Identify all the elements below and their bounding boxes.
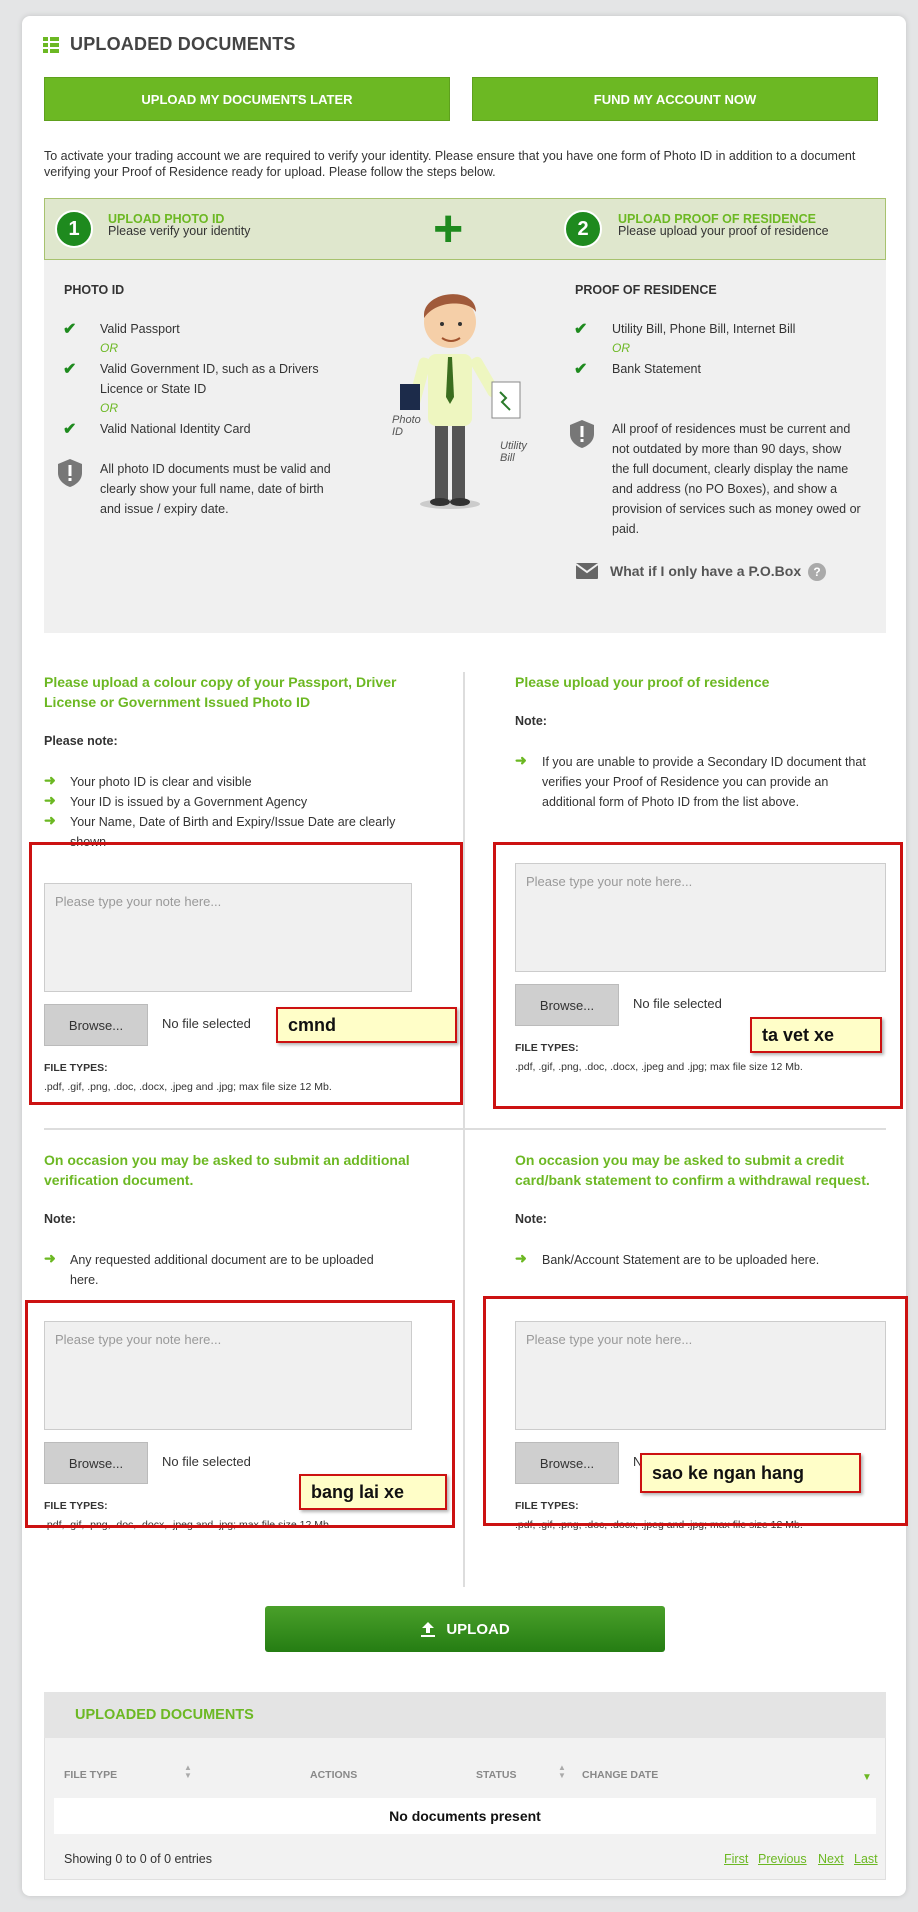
upload-section-title: card/bank statement to confirm a withdra… <box>515 1172 870 1188</box>
photo-id-item: Licence or State ID <box>100 382 207 396</box>
note-bullet: Your photo ID is clear and visible <box>70 775 252 789</box>
photo-id-heading: PHOTO ID <box>64 283 125 297</box>
residence-notice: provision of services such as money owed… <box>612 502 861 516</box>
residence-notice: and address (no PO Boxes), and show a <box>612 482 838 496</box>
pagination-first[interactable]: First <box>724 1852 748 1866</box>
arrow-right-icon: ➜ <box>515 752 527 768</box>
upload-section-title: Please upload your proof of residence <box>515 674 770 690</box>
upload-section-title: On occasion you may be asked to submit a… <box>515 1152 845 1168</box>
note-bullet: If you are unable to provide a Secondary… <box>542 755 866 769</box>
upload-section-title: verification document. <box>44 1172 194 1188</box>
residence-item: Bank Statement <box>612 362 701 376</box>
residence-notice: not outdated by more than 90 days, show <box>612 442 842 456</box>
note-heading: Note: <box>515 714 547 728</box>
annotation-label: sao ke ngan hang <box>640 1453 861 1493</box>
annotation-label: bang lai xe <box>299 1474 447 1510</box>
fund-account-button[interactable]: FUND MY ACCOUNT NOW <box>472 77 878 121</box>
upload-icon <box>421 1622 436 1637</box>
residence-notice: paid. <box>612 522 640 536</box>
pagination-next[interactable]: Next <box>818 1852 844 1866</box>
upload-section-title: On occasion you may be asked to submit a… <box>44 1152 410 1168</box>
arrow-right-icon: ➜ <box>44 792 56 808</box>
check-icon: ✔ <box>63 321 77 338</box>
residence-notice: the full document, clearly display the n… <box>612 462 849 476</box>
horizontal-divider <box>44 1128 886 1130</box>
pagination-last[interactable]: Last <box>854 1852 878 1866</box>
note-heading: Note: <box>44 1212 76 1226</box>
or-label: OR <box>612 341 630 355</box>
step-1-subtitle: Please verify your identity <box>108 224 251 238</box>
annotation-label: ta vet xe <box>750 1017 882 1053</box>
empty-table-message: No documents present <box>54 1798 876 1834</box>
annotation-box <box>29 842 463 1105</box>
photo-id-caption: Photo ID <box>392 414 421 438</box>
page-title: UPLOADED DOCUMENTS <box>70 34 296 54</box>
note-bullet: here. <box>70 1273 99 1287</box>
upload-section-title: License or Government Issued Photo ID <box>44 694 311 710</box>
utility-bill-caption: Utility Bill <box>500 440 527 464</box>
pobox-link[interactable]: What if I only have a P.O.Box <box>610 563 801 579</box>
photo-id-notice: clearly show your full name, date of bir… <box>100 482 324 496</box>
businessman-illustration <box>400 294 521 509</box>
note-bullet: Your Name, Date of Birth and Expiry/Issu… <box>70 815 396 829</box>
check-icon: ✔ <box>63 421 77 438</box>
entries-info: Showing 0 to 0 of 0 entries <box>64 1852 213 1866</box>
help-icon[interactable]: ? <box>808 563 826 581</box>
step-2-subtitle: Please upload your proof of residence <box>618 224 829 238</box>
photo-id-item: Valid National Identity Card <box>100 422 251 436</box>
residence-heading: PROOF OF RESIDENCE <box>575 283 717 297</box>
pagination-previous[interactable]: Previous <box>758 1852 807 1866</box>
check-icon: ✔ <box>574 321 588 338</box>
step-2-badge: 2 <box>564 210 602 248</box>
intro-text: To activate your trading account we are … <box>44 149 856 179</box>
plus-icon: + <box>433 200 464 258</box>
or-label: OR <box>100 341 118 355</box>
shield-icon <box>570 420 594 448</box>
note-bullet: additional form of Photo ID from the lis… <box>542 795 800 809</box>
upload-button[interactable]: UPLOAD <box>265 1606 665 1652</box>
uploaded-docs-title: UPLOADED DOCUMENTS <box>75 1707 254 1723</box>
shield-icon <box>58 459 82 487</box>
note-bullet: Your ID is issued by a Government Agency <box>70 795 308 809</box>
upload-section-title: Please upload a colour copy of your Pass… <box>44 674 397 690</box>
note-heading: Please note: <box>44 734 118 748</box>
column-header-actions: ACTIONS <box>310 1769 358 1781</box>
column-header-file-type[interactable]: FILE TYPE <box>64 1769 117 1781</box>
arrow-right-icon: ➜ <box>44 772 56 788</box>
step-1-badge: 1 <box>55 210 93 248</box>
arrow-right-icon: ➜ <box>44 1250 56 1266</box>
envelope-icon <box>576 563 598 579</box>
arrow-right-icon: ➜ <box>44 812 56 828</box>
sort-desc-icon[interactable]: ▼ <box>862 1772 872 1783</box>
arrow-right-icon: ➜ <box>515 1250 527 1266</box>
photo-id-notice: All photo ID documents must be valid and <box>100 462 331 476</box>
upload-later-button[interactable]: UPLOAD MY DOCUMENTS LATER <box>44 77 450 121</box>
note-bullet: Bank/Account Statement are to be uploade… <box>542 1253 820 1267</box>
note-heading: Note: <box>515 1212 547 1226</box>
list-icon <box>43 37 59 53</box>
note-bullet: verifies your Proof of Residence you can… <box>542 775 829 789</box>
sort-icon[interactable]: ▲ ▼ <box>558 1764 566 1780</box>
note-bullet: Any requested additional document are to… <box>70 1253 374 1267</box>
check-icon: ✔ <box>63 361 77 378</box>
residence-item: Utility Bill, Phone Bill, Internet Bill <box>612 322 796 336</box>
photo-id-item: Valid Government ID, such as a Drivers <box>100 362 319 376</box>
column-header-change-date[interactable]: CHANGE DATE <box>582 1769 658 1781</box>
sort-icon[interactable]: ▲ ▼ <box>184 1764 192 1780</box>
residence-notice: All proof of residences must be current … <box>612 422 851 436</box>
column-header-status[interactable]: STATUS <box>476 1769 516 1781</box>
check-icon: ✔ <box>574 361 588 378</box>
annotation-label: cmnd <box>276 1007 457 1043</box>
photo-id-notice: and issue / expiry date. <box>100 502 229 516</box>
upload-button-label: UPLOAD <box>446 1620 510 1638</box>
or-label: OR <box>100 401 118 415</box>
photo-id-item: Valid Passport <box>100 322 180 336</box>
annotation-box <box>493 842 903 1109</box>
